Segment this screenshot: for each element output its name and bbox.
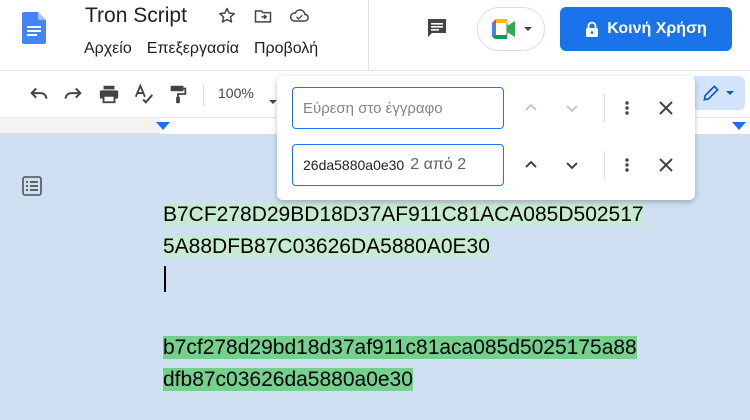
zoom-select[interactable]: 100%: [218, 85, 254, 101]
move-folder-icon[interactable]: [252, 5, 274, 27]
undo-button[interactable]: [26, 81, 52, 107]
header: Tron Script Αρχείο Επεξεργασία Προβολή Κ…: [0, 0, 750, 70]
redo-icon: [64, 87, 82, 99]
chevron-up-icon: [525, 160, 537, 168]
meet-button[interactable]: [477, 7, 545, 51]
star-icon[interactable]: [216, 5, 238, 27]
share-label: Κοινή Χρήση: [607, 20, 707, 37]
previous-match-button[interactable]: [517, 94, 545, 122]
paint-format-button[interactable]: [165, 81, 191, 107]
left-indent-marker[interactable]: [156, 122, 170, 130]
find-placeholder: Εύρεση στο έγγραφο: [303, 99, 443, 117]
toolbar-divider: [203, 84, 204, 106]
close-icon: [659, 158, 673, 172]
close-find-button[interactable]: [652, 151, 680, 179]
cloud-saved-icon[interactable]: [288, 5, 310, 27]
find-input-empty[interactable]: Εύρεση στο έγγραφο: [292, 87, 504, 129]
chevron-down-icon: [566, 162, 578, 170]
document-line-2: 5A88DFB87C03626DA5880A0E30: [163, 232, 490, 262]
close-find-button[interactable]: [652, 94, 680, 122]
find-dialog: Εύρεση στο έγγραφο 26da5880a0e30 2 από 2: [277, 76, 695, 200]
find-input[interactable]: 26da5880a0e30 2 από 2: [292, 144, 504, 186]
next-match-button[interactable]: [558, 151, 586, 179]
share-button[interactable]: Κοινή Χρήση: [560, 7, 732, 51]
chevron-up-icon: [525, 103, 537, 111]
right-indent-marker[interactable]: [732, 122, 746, 130]
more-vert-icon: [625, 158, 629, 172]
next-match-button[interactable]: [558, 94, 586, 122]
previous-match-button[interactable]: [517, 151, 545, 179]
more-vert-icon: [625, 101, 629, 115]
lock-icon: [586, 21, 599, 37]
more-options-button[interactable]: [613, 151, 641, 179]
document-outline-icon[interactable]: [20, 174, 44, 198]
pencil-icon: [703, 85, 719, 101]
editing-mode-button[interactable]: [691, 76, 745, 110]
undo-icon: [30, 87, 48, 99]
current-search-match: dfb87c03626da5880a0e30: [163, 368, 413, 391]
document-line-4: dfb87c03626da5880a0e30: [163, 365, 413, 395]
close-icon: [659, 101, 673, 115]
chevron-down-icon: [566, 105, 578, 113]
print-icon: [99, 85, 119, 104]
current-search-match: b7cf278d29bd18d37af911c81aca085d5025175a…: [163, 336, 637, 359]
comment-icon: [428, 19, 446, 37]
spellcheck-icon: [134, 83, 154, 104]
more-options-button[interactable]: [613, 94, 641, 122]
document-line-3: b7cf278d29bd18d37af911c81aca085d5025175a…: [163, 333, 637, 363]
chevron-down-icon: [726, 91, 734, 95]
chevron-down-icon: [524, 27, 532, 31]
text-cursor: [164, 266, 166, 292]
meet-icon: [492, 19, 515, 39]
spellcheck-button[interactable]: [131, 81, 157, 107]
menu-edit[interactable]: Επεξεργασία: [147, 40, 239, 58]
document-line-1: B7CF278D29BD18D37AF911C81ACA085D502517: [163, 200, 644, 230]
print-button[interactable]: [96, 81, 122, 107]
dialog-divider: [604, 94, 605, 122]
document-title[interactable]: Tron Script: [85, 4, 187, 28]
menu-bar: Αρχείο Επεξεργασία Προβολή: [84, 40, 318, 58]
redo-button[interactable]: [60, 81, 86, 107]
find-query: 26da5880a0e30: [303, 157, 405, 173]
match-count: 2 από 2: [410, 156, 467, 173]
header-divider: [368, 0, 369, 70]
search-match: B7CF278D29BD18D37AF911C81ACA085D502517: [163, 203, 644, 226]
search-match: 5A88DFB87C03626DA5880A0E30: [163, 235, 490, 258]
menu-file[interactable]: Αρχείο: [84, 40, 132, 58]
dialog-divider: [604, 151, 605, 179]
paint-format-icon: [170, 85, 187, 104]
comments-button[interactable]: [421, 12, 453, 44]
menu-view[interactable]: Προβολή: [254, 40, 318, 58]
docs-logo-icon[interactable]: [22, 12, 46, 49]
